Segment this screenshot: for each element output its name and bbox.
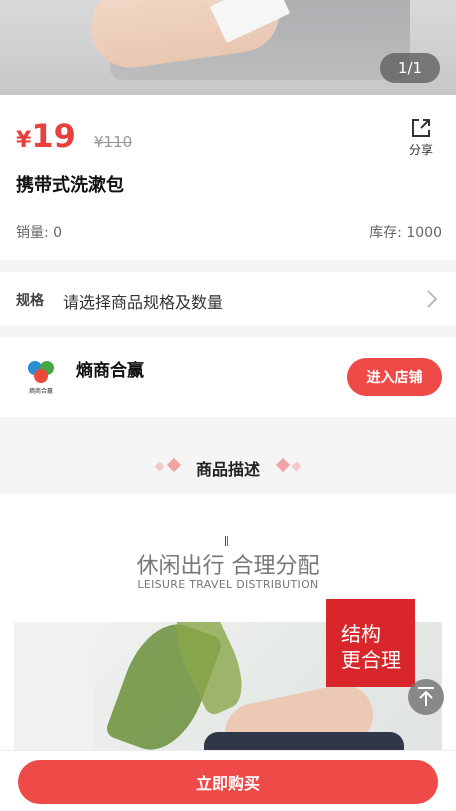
description-header: 商品描述 (0, 430, 456, 494)
price-value: 19 (31, 117, 76, 155)
photo-sleeve (14, 622, 94, 754)
price-section: ¥19 ¥110 分享 携带式洗漱包 销量: 0 库存: 1000 (0, 95, 456, 260)
slogan-mark (225, 536, 228, 546)
share-icon (412, 119, 430, 137)
spec-selector[interactable]: 规格 请选择商品规格及数量 (0, 272, 456, 326)
product-title: 携带式洗漱包 (16, 175, 124, 196)
description-heading: 商品描述 (195, 460, 260, 479)
share-button[interactable]: 分享 (406, 117, 436, 158)
badge-line-2: 更合理 (341, 648, 401, 672)
description-badge: 结构 更合理 (326, 599, 415, 687)
back-to-top-button[interactable] (408, 679, 444, 715)
sales-count: 销量: 0 (16, 222, 62, 242)
sales-value: 0 (53, 225, 63, 241)
share-label: 分享 (408, 143, 433, 157)
shop-logo: 熵商合赢 (28, 361, 54, 395)
badge-line-1: 结构 (341, 622, 381, 646)
currency-symbol: ¥ (16, 128, 32, 153)
original-price: ¥110 (94, 133, 133, 151)
enter-shop-button[interactable]: 进入店铺 (347, 358, 442, 396)
bottom-action-bar: 立即购买 (0, 750, 456, 811)
gallery-counter: 1/1 (380, 53, 440, 83)
back-to-top-icon (418, 687, 434, 706)
shop-section: 熵商合赢 熵商合赢 进入店铺 (0, 337, 456, 417)
sales-label: 销量: (16, 225, 49, 241)
stock-count: 库存: 1000 (369, 222, 442, 242)
description-content: 休闲出行 合理分配 LEISURE TRAVEL DISTRIBUTION 结构… (0, 494, 456, 754)
spec-label: 规格 (16, 293, 44, 309)
product-image-gallery[interactable]: 1/1 (0, 0, 456, 95)
chevron-right-icon (427, 290, 438, 308)
stock-label: 库存: (369, 225, 402, 241)
current-price: ¥19 (16, 117, 76, 155)
stock-value: 1000 (406, 225, 442, 241)
shop-logo-text: 熵商合赢 (29, 387, 53, 395)
description-slogan-en: LEISURE TRAVEL DISTRIBUTION (137, 578, 319, 591)
buy-now-button[interactable]: 立即购买 (18, 760, 438, 804)
shop-name: 熵商合赢 (76, 361, 144, 381)
description-slogan: 休闲出行 合理分配 (136, 554, 320, 579)
spec-value: 请选择商品规格及数量 (63, 293, 224, 312)
